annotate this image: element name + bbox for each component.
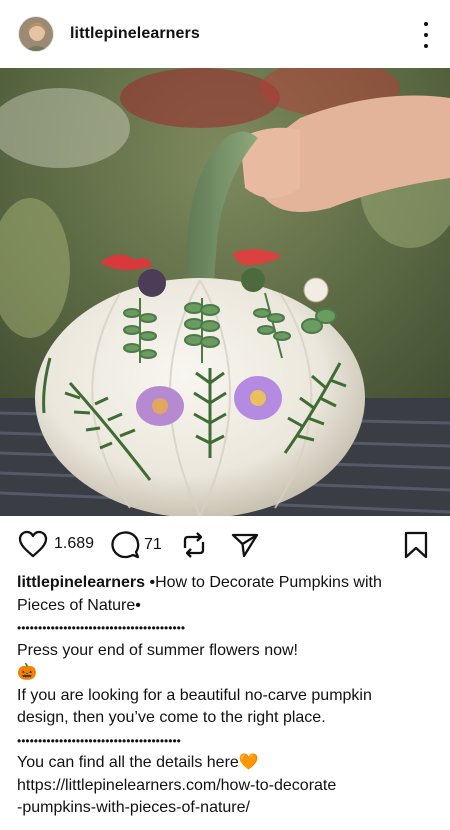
caption-link-line-1[interactable]: https://littlepinelearners.com/how-to-de… (17, 775, 437, 798)
caption-line-3: Press your end of summer flowers now! (17, 641, 298, 659)
pumpkin-photo (0, 68, 450, 516)
like-button[interactable]: 1.689 (18, 530, 94, 558)
caption-divider-2: ••••••••••••••••••••••••••••••••••••••• (17, 733, 181, 748)
post-caption: littlepinelearners •How to Decorate Pump… (17, 572, 437, 820)
repost-button[interactable] (179, 530, 209, 560)
more-vertical-icon[interactable] (416, 22, 436, 48)
post-image[interactable] (0, 68, 450, 516)
action-bar: 1.689 71 (0, 526, 450, 566)
comment-button[interactable]: 71 (110, 530, 162, 560)
caption-pumpkin-emoji: 🎃 (17, 664, 37, 681)
caption-divider-1: •••••••••••••••••••••••••••••••••••••••• (17, 621, 186, 635)
caption-line-5: If you are looking for a beautiful no-ca… (17, 686, 372, 704)
heart-icon (18, 530, 48, 558)
post-header: littlepinelearners (0, 0, 450, 68)
caption-line-1: littlepinelearners •How to Decorate Pump… (17, 572, 437, 595)
caption-line-7: You can find all the details here🧡 (17, 754, 259, 771)
bookmark-icon (404, 531, 428, 559)
comment-icon (111, 531, 140, 559)
avatar-photo (19, 17, 53, 51)
avatar[interactable] (18, 16, 54, 52)
send-icon (231, 533, 259, 558)
repost-icon (183, 532, 205, 558)
caption-line-2: Pieces of Nature• (17, 596, 141, 614)
caption-line-6: design, then you’ve come to the right pl… (17, 709, 326, 726)
like-count[interactable]: 1.689 (54, 535, 94, 553)
caption-title: •How to Decorate Pumpkins with (145, 574, 382, 591)
save-button[interactable] (402, 530, 430, 560)
share-button[interactable] (230, 530, 260, 560)
caption-username[interactable]: littlepinelearners (17, 574, 145, 591)
header-username[interactable]: littlepinelearners (70, 25, 200, 43)
comment-count[interactable]: 71 (144, 536, 162, 554)
caption-link-line-2[interactable]: -pumpkins-with-pieces-of-nature/ (17, 797, 437, 820)
